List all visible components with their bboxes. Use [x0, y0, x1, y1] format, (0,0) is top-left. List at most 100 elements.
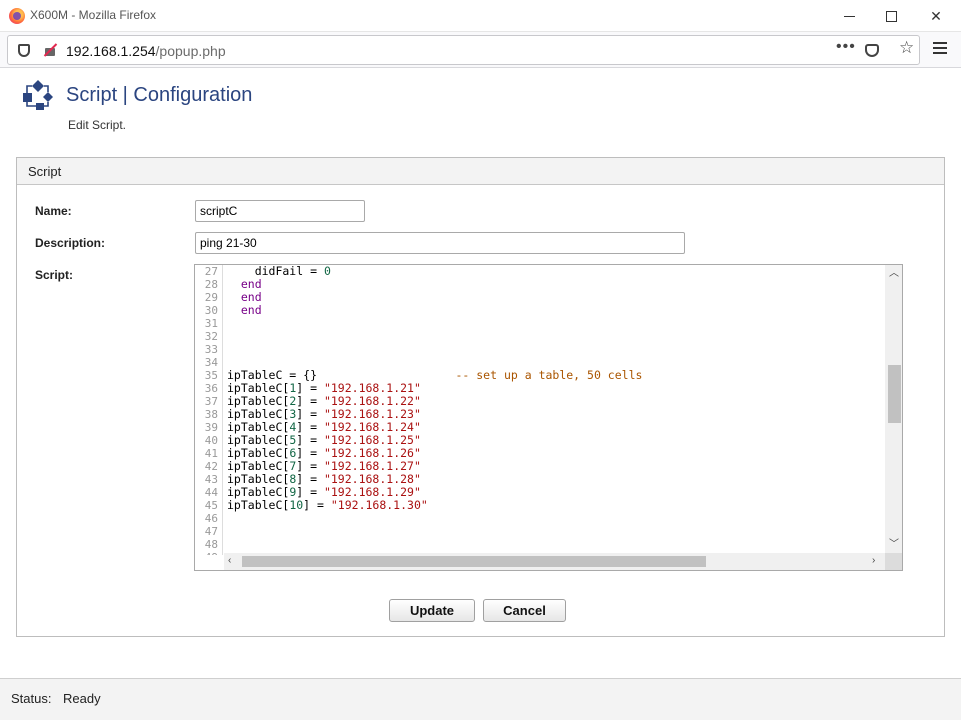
code-token: ipTableC = {} — [227, 368, 456, 382]
line-number: 48 — [204, 538, 218, 551]
url-host: 192.168.1.254 — [66, 43, 156, 59]
vertical-scrollbar-thumb[interactable] — [888, 365, 901, 423]
line-number: 49 — [195, 551, 222, 555]
url-text[interactable]: 192.168.1.254/popup.php — [66, 43, 226, 59]
line-number: 33 — [204, 343, 218, 356]
code-line: end — [224, 291, 886, 304]
line-number: 34 — [204, 356, 218, 369]
close-window-button[interactable]: ✕ — [913, 0, 959, 32]
scroll-down-arrow-icon[interactable]: ﹀ — [889, 539, 899, 551]
name-input[interactable] — [195, 200, 365, 222]
code-token: ] = — [296, 485, 324, 499]
line-number: 45 — [204, 499, 218, 512]
pocket-icon[interactable] — [865, 44, 879, 57]
name-label: Name: — [35, 204, 72, 218]
code-token: "192.168.1.30" — [330, 498, 428, 512]
code-line: end — [224, 304, 886, 317]
page-title: Script | Configuration — [66, 84, 253, 106]
script-editor[interactable]: 27 28 29 30 31 32 33 34 35 36 37 38 39 40 41 42 43 44 45 46… — [194, 264, 903, 571]
line-number: 47 — [204, 525, 218, 538]
minimize-icon — [843, 15, 855, 17]
code-token: ipTableC[ — [227, 446, 290, 460]
firefox-logo-icon — [9, 8, 25, 24]
code-token: 10 — [289, 498, 304, 512]
scroll-left-arrow-icon[interactable]: ‹ — [228, 555, 231, 567]
code-area[interactable]: didFail = 0 end end end ipTableC = {} --… — [224, 265, 886, 555]
browser-toolbar: 192.168.1.254/popup.php ••• ☆ — [0, 32, 961, 68]
code-token: ] = — [303, 498, 331, 512]
code-token: ] = — [296, 420, 324, 434]
description-input[interactable] — [195, 232, 685, 254]
code-token: "192.168.1.28" — [323, 472, 421, 486]
code-token: ipTableC[ — [227, 407, 290, 421]
code-token: ipTableC[ — [227, 472, 290, 486]
maximize-button[interactable] — [868, 0, 914, 32]
scroll-up-arrow-icon[interactable]: ︿ — [889, 268, 899, 280]
line-number: 46 — [204, 512, 218, 525]
code-line: ipTableC[10] = "192.168.1.30" — [224, 499, 886, 512]
minimize-button[interactable] — [826, 0, 872, 32]
status-value: Ready — [63, 691, 101, 706]
code-line: didFail = 0 — [224, 265, 886, 278]
line-number: 29 — [204, 291, 218, 304]
scrollbar-corner — [885, 553, 902, 570]
window-titlebar: X600M - Mozilla Firefox ✕ — [0, 0, 961, 32]
code-token: ipTableC[ — [227, 485, 290, 499]
line-number: 37 — [204, 395, 218, 408]
star-icon[interactable]: ☆ — [899, 38, 914, 58]
flowchart-icon — [23, 80, 53, 110]
line-number: 42 — [204, 460, 218, 473]
code-token: ] = — [296, 381, 324, 395]
line-number: 35 — [204, 369, 218, 382]
horizontal-scrollbar[interactable]: ‹ › — [224, 553, 886, 570]
page-subtitle: Edit Script. — [68, 118, 127, 132]
panel-header: Script — [17, 158, 944, 185]
line-number: 40 — [204, 434, 218, 447]
shield-icon[interactable] — [18, 44, 30, 57]
code-token: ] = — [296, 433, 324, 447]
status-label: Status: — [11, 691, 52, 706]
code-token: "192.168.1.27" — [323, 459, 421, 473]
code-token: ipTableC[ — [227, 459, 290, 473]
maximize-icon — [885, 10, 897, 22]
line-number-gutter: 27 28 29 30 31 32 33 34 35 36 37 38 39 40 41 42 43 44 45 46… — [195, 265, 223, 555]
address-bar[interactable]: 192.168.1.254/popup.php ••• ☆ — [7, 35, 920, 65]
code-token: ] = — [296, 472, 324, 486]
script-label: Script: — [35, 268, 74, 282]
code-token: "192.168.1.24" — [323, 420, 421, 434]
line-number: 39 — [204, 421, 218, 434]
code-token: end — [240, 277, 262, 291]
code-token: ipTableC[ — [227, 498, 290, 512]
code-token: end — [240, 290, 262, 304]
insecure-lock-icon[interactable] — [43, 43, 57, 57]
code-token: ipTableC[ — [227, 420, 290, 434]
code-token: ] = — [296, 394, 324, 408]
hamburger-menu-icon[interactable] — [933, 42, 947, 57]
line-number: 43 — [204, 473, 218, 486]
url-path: /popup.php — [155, 43, 226, 59]
code-token: "192.168.1.22" — [323, 394, 421, 408]
horizontal-scrollbar-thumb[interactable] — [242, 556, 706, 567]
page-actions-menu-button[interactable]: ••• — [836, 38, 856, 56]
line-number: 32 — [204, 330, 218, 343]
code-token: ipTableC[ — [227, 433, 290, 447]
cancel-button[interactable]: Cancel — [483, 599, 566, 622]
code-token: ipTableC[ — [227, 394, 290, 408]
update-button[interactable]: Update — [389, 599, 475, 622]
scroll-right-arrow-icon[interactable]: › — [872, 555, 875, 567]
line-number: 41 — [204, 447, 218, 460]
line-number: 27 — [204, 265, 218, 278]
code-token: -- set up a table, 50 cells — [455, 368, 643, 382]
line-number: 30 — [204, 304, 218, 317]
line-number: 28 — [204, 278, 218, 291]
vertical-scrollbar[interactable]: ︿ ﹀ — [885, 265, 902, 555]
description-label: Description: — [35, 236, 106, 250]
code-token: end — [240, 303, 262, 317]
